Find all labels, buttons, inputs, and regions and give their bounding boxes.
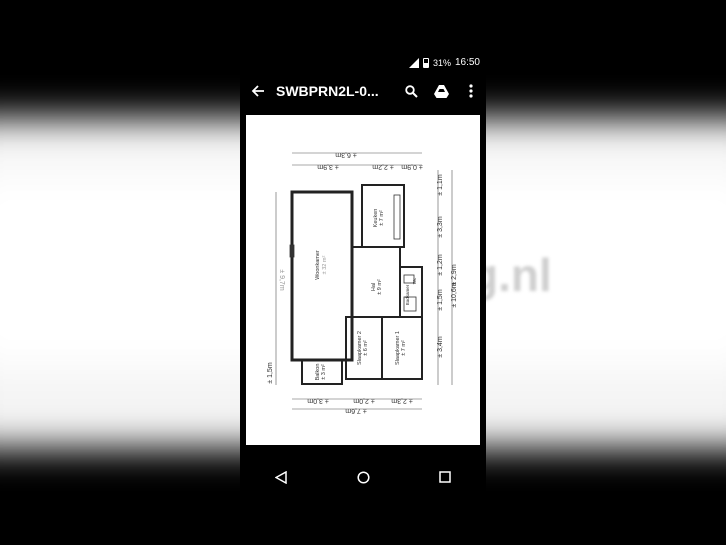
wall-woonkamer xyxy=(290,190,354,362)
more-vert-icon[interactable] xyxy=(456,74,486,108)
recents-square-icon[interactable] xyxy=(425,462,465,492)
wall-badkamer xyxy=(399,266,423,318)
dim-right-4: ± 1,5m xyxy=(437,289,444,311)
dim-right-1: ± 1,1m xyxy=(437,174,444,196)
room-woonkamer: Woonkamer xyxy=(315,250,321,280)
dim-bottom-left: ± 3,0m xyxy=(307,397,329,404)
document-title: SWBPRN2L-0... xyxy=(276,83,379,99)
room-slaapkamer-1-area: ± 7 m² xyxy=(401,340,407,356)
kitchen-counter xyxy=(393,194,401,240)
app-bar: SWBPRN2L-0... xyxy=(240,74,486,108)
drive-icon[interactable] xyxy=(426,74,456,108)
room-woonkamer-area: ± 32 m² xyxy=(322,256,328,275)
battery-icon xyxy=(422,57,429,68)
back-triangle-icon[interactable] xyxy=(261,462,301,492)
dim-right-total: ± 10,6m xyxy=(451,282,458,307)
window-marker xyxy=(289,244,295,258)
signal-icon xyxy=(408,57,419,68)
dim-top-mid: ± 2,2m xyxy=(372,163,394,170)
dim-left-total: ± 9,7m xyxy=(278,269,285,291)
phone-screen: 31% 16:50 SWBPRN2L-0... ± 6,3m ± 3,9m ± … xyxy=(240,0,486,545)
dim-left-bottom: ± 1,5m xyxy=(267,362,274,384)
floorplan-drawing: ± 6,3m ± 3,9m ± 2,2m ± 0,9m ± 1,1m ± 3,3… xyxy=(267,151,458,414)
room-badkamer: Badkamer xyxy=(405,284,410,305)
room-balkon-area: ± 3 m² xyxy=(321,364,327,380)
wall-hal xyxy=(351,246,401,318)
android-nav-bar xyxy=(240,460,486,494)
back-arrow-icon[interactable] xyxy=(240,74,276,108)
room-hal-area: ± 9 m² xyxy=(377,279,383,295)
pdf-viewer[interactable]: ± 6,3m ± 3,9m ± 2,2m ± 0,9m ± 1,1m ± 3,3… xyxy=(246,115,480,445)
home-circle-icon[interactable] xyxy=(343,462,383,492)
status-bar: 31% 16:50 xyxy=(240,52,486,72)
dim-top-right: ± 0,9m xyxy=(401,163,423,170)
dim-right-3: ± 1,2m xyxy=(437,254,444,276)
room-keuken-area: ± 7 m² xyxy=(379,210,385,226)
search-icon[interactable] xyxy=(396,74,426,108)
dim-top-total: ± 6,3m xyxy=(335,151,357,158)
battery-percent: 31% xyxy=(432,57,451,68)
dim-right-2: ± 3,3m xyxy=(437,216,444,238)
dim-bottom-mid: ± 2,0m xyxy=(353,397,375,404)
dim-right-6: ± 3,4m xyxy=(437,336,444,358)
dim-bottom-right: ± 2,3m xyxy=(391,397,413,404)
dim-bottom-total: ± 7,6m xyxy=(345,407,367,414)
clock: 16:50 xyxy=(454,57,480,68)
room-slaapkamer-2-area: ± 6 m² xyxy=(363,340,369,356)
dim-top-left: ± 3,9m xyxy=(317,163,339,170)
